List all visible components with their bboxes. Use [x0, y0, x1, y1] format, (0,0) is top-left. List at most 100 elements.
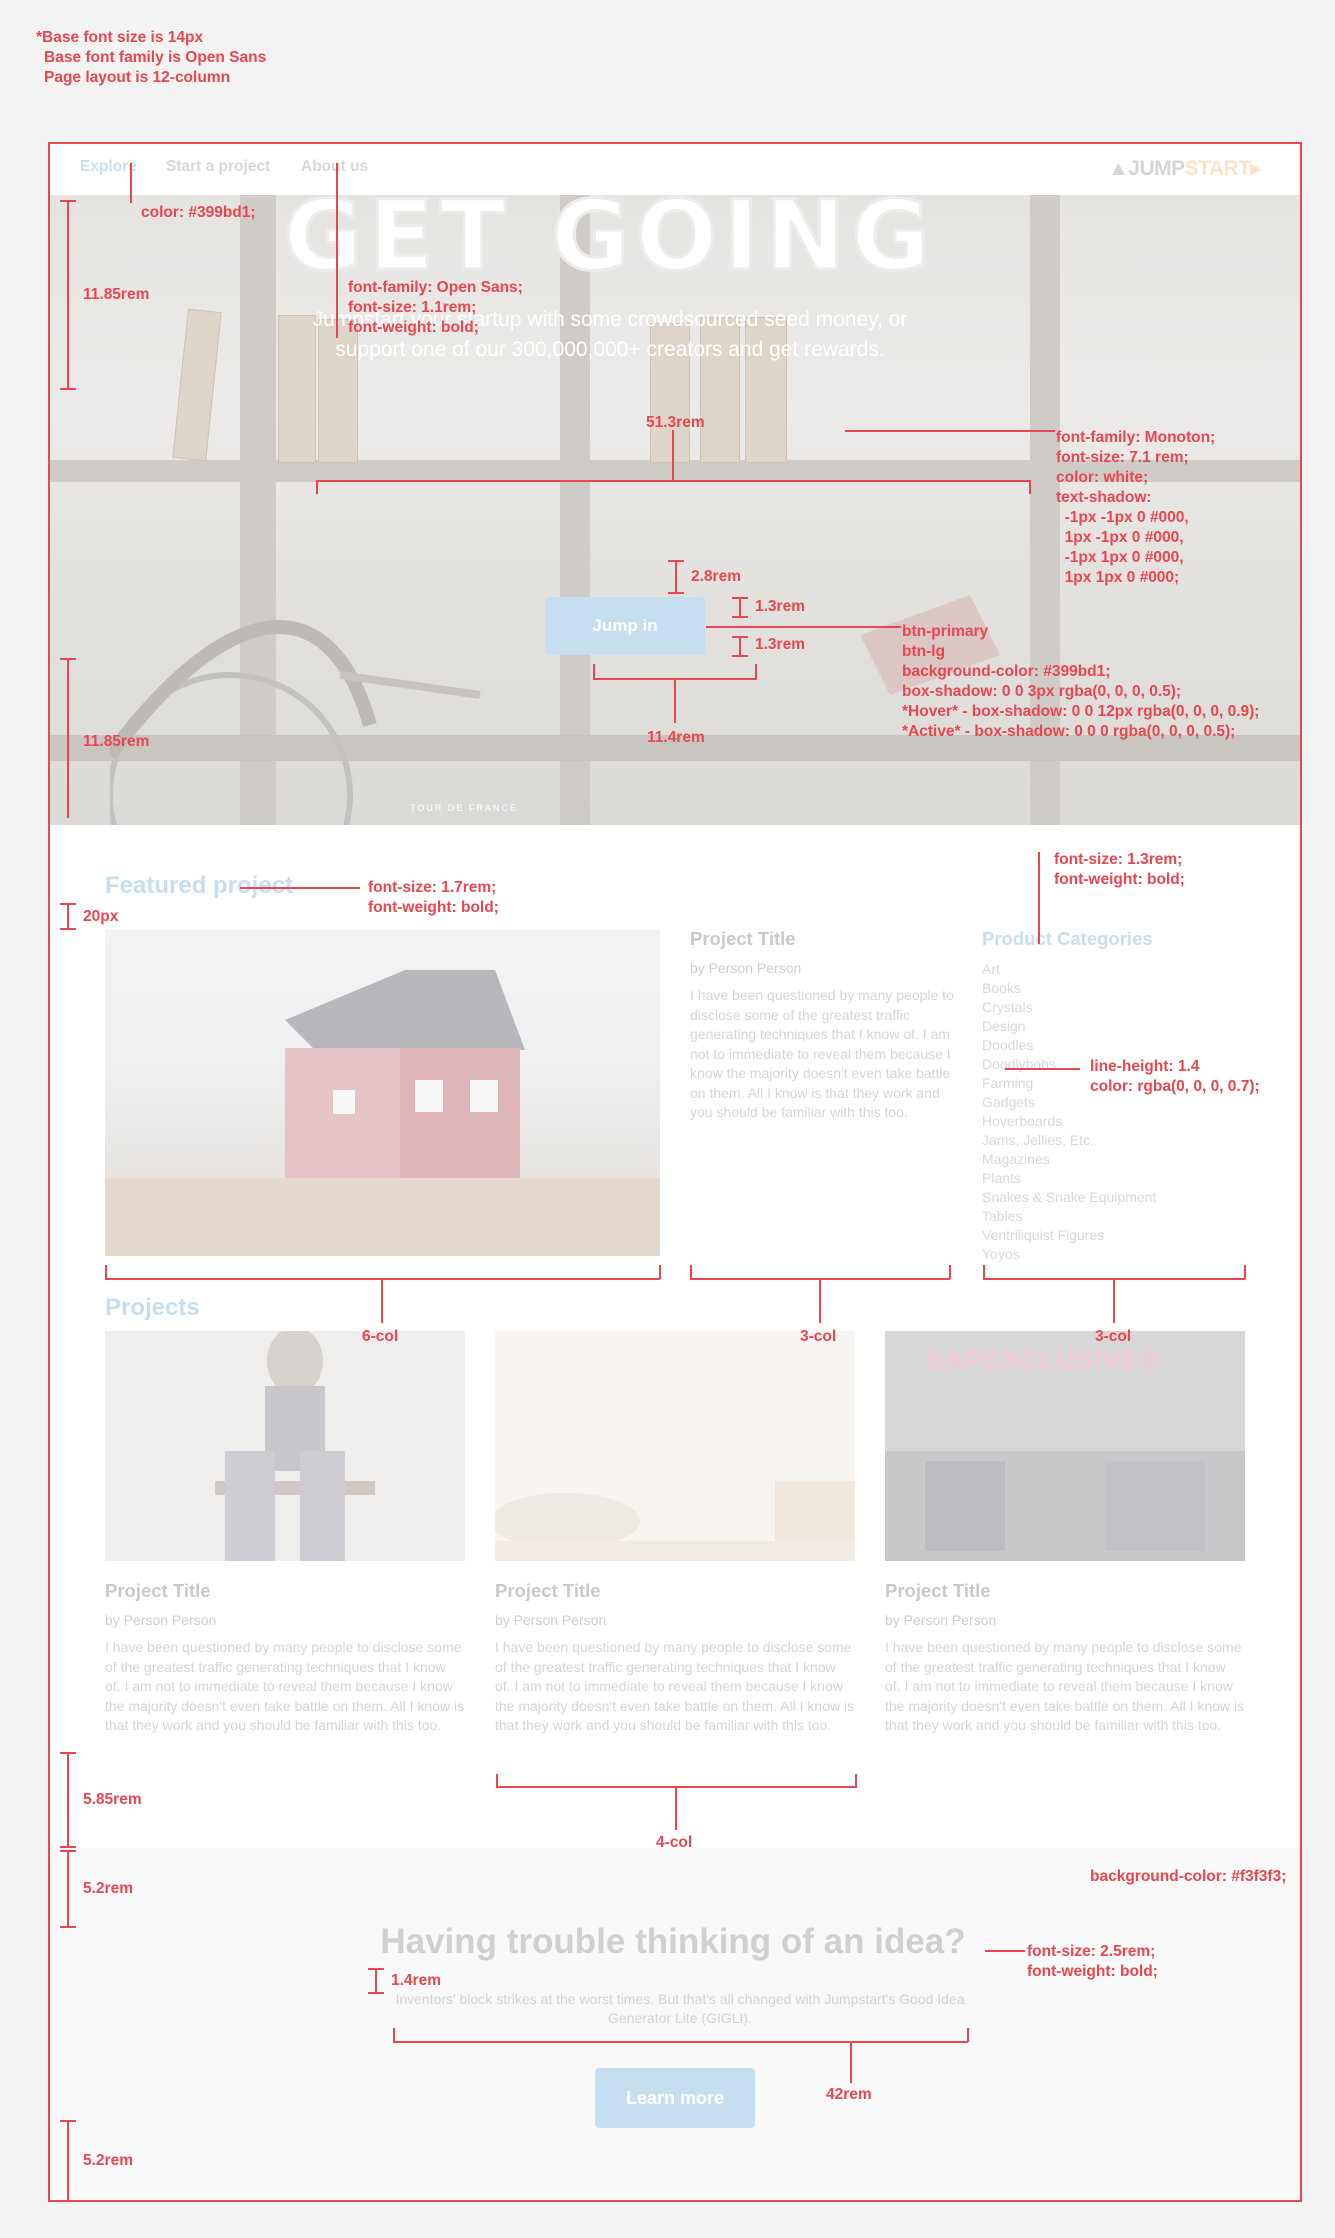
annotation-gap-5-2a: 5.2rem: [83, 1880, 133, 1897]
annotation-line: [855, 1774, 857, 1788]
project-title[interactable]: Project Title: [495, 1580, 855, 1602]
annotation-line: [732, 655, 748, 657]
category-link[interactable]: Hoverboards: [982, 1112, 1156, 1131]
annotation-line: [393, 2028, 395, 2042]
featured-project-info: Project Title by Person Person I have be…: [690, 928, 955, 1123]
project-author: by Person Person: [495, 1612, 607, 1628]
annotation-line: [67, 1752, 69, 1848]
annotation-button-width: 11.4rem: [647, 729, 705, 746]
category-link[interactable]: Books: [982, 979, 1156, 998]
annotation-line: [60, 388, 76, 390]
annotation-hero-bottom: 11.85rem: [83, 733, 150, 750]
base-note-3: Page layout is 12-column: [44, 69, 231, 86]
annotation-line: [819, 1280, 821, 1323]
annotation-line: [675, 560, 677, 594]
book-image: [172, 308, 222, 462]
annotation-footer-bg: background-color: #f3f3f3;: [1090, 1868, 1287, 1885]
annotation-line: [67, 1850, 69, 1928]
annotation-line: [316, 480, 1030, 482]
project-image-3[interactable]: BAPEXCLUSIVE®: [885, 1331, 1245, 1561]
annotation-line: [368, 1992, 384, 1994]
annotation-line: [60, 903, 76, 905]
annotation-line: [393, 2041, 968, 2043]
category-link[interactable]: Magazines: [982, 1150, 1156, 1169]
annotation-line: [368, 1968, 384, 1970]
logo-arrow-icon: ▸: [1250, 157, 1262, 180]
project-card-2: Project Title by Person Person I have be…: [495, 1580, 855, 1736]
annotation-line: [845, 430, 1055, 432]
category-link[interactable]: Crystals: [982, 998, 1156, 1017]
annotation-line: [732, 636, 748, 638]
annotation-title-font: font-family: Monoton; font-size: 7.1 rem…: [1056, 429, 1216, 586]
nav-start-project[interactable]: Start a project: [166, 158, 270, 176]
annotation-footer-title-font: font-size: 2.5rem; font-weight: bold;: [1027, 1943, 1158, 1980]
annotation-line: [985, 1950, 1025, 1952]
annotation-line: [675, 1788, 677, 1830]
annotation-line: [1113, 1280, 1115, 1323]
annotation-line: [60, 1752, 76, 1754]
featured-project-author: by Person Person: [690, 960, 802, 976]
featured-project-image[interactable]: [105, 930, 660, 1256]
category-link[interactable]: Plants: [982, 1169, 1156, 1188]
annotation-line: [668, 560, 684, 562]
annotation-line: [67, 903, 69, 930]
annotation-line: [967, 2028, 969, 2042]
tour-de-france-label: TOUR DE FRANCE: [410, 803, 518, 813]
learn-more-button[interactable]: Learn more: [595, 2068, 755, 2128]
category-link[interactable]: Jams, Jellies, Etc.: [982, 1131, 1156, 1150]
nav-explore[interactable]: Explore: [80, 158, 137, 176]
category-link[interactable]: Doodles: [982, 1036, 1156, 1055]
annotation-line: [706, 626, 901, 628]
annotation-line: [949, 1265, 951, 1279]
jumpstart-logo[interactable]: ▲JUMPSTART▸: [1108, 156, 1261, 181]
annotation-categories-heading-font: font-size: 1.3rem; font-weight: bold;: [1054, 851, 1185, 888]
featured-heading: Featured project: [105, 872, 294, 899]
annotation-line: [674, 680, 676, 723]
base-note-2: Base font family is Open Sans: [44, 49, 267, 66]
category-link[interactable]: Snakes & Snake Equipment: [982, 1188, 1156, 1207]
jump-in-button[interactable]: Jump in: [545, 597, 705, 655]
project-author: by Person Person: [105, 1612, 217, 1628]
annotation-line: [130, 163, 132, 203]
project-image-1[interactable]: [105, 1331, 465, 1561]
logo-triangle-icon: ▲: [1108, 157, 1129, 180]
white-room-image: [495, 1331, 855, 1561]
annotation-line: [1005, 1068, 1080, 1070]
annotation-gap-5-2b: 5.2rem: [83, 2152, 133, 2169]
category-link[interactable]: Design: [982, 1017, 1156, 1036]
annotation-width-42: 42rem: [826, 2086, 872, 2103]
categories-heading: Product Categories: [982, 928, 1153, 949]
hero-subtitle-line-2: support one of our 300,000,000+ creators…: [335, 338, 885, 361]
annotation-line: [60, 928, 76, 930]
featured-project-title[interactable]: Project Title: [690, 928, 955, 950]
annotation-hero-top: 11.85rem: [83, 286, 150, 303]
bicycle-image: [110, 620, 481, 825]
annotation-line: [375, 1968, 377, 1994]
category-link[interactable]: Art: [982, 960, 1156, 979]
footer-title: Having trouble thinking of an idea?: [380, 1922, 966, 1961]
annotation-category-line: line-height: 1.4 color: rgba(0, 0, 0, 0.…: [1090, 1058, 1260, 1095]
annotation-line: [672, 430, 674, 480]
category-link[interactable]: Ventriliquist Figures: [982, 1226, 1156, 1245]
nav-about[interactable]: About us: [301, 158, 368, 176]
annotation-line: [60, 2200, 76, 2202]
annotation-line: [739, 636, 741, 656]
logo-text-jump: JUMP: [1128, 157, 1185, 180]
category-link[interactable]: Yoyos: [982, 1245, 1156, 1264]
project-title[interactable]: Project Title: [885, 1580, 1245, 1602]
annotation-line: [983, 1265, 985, 1279]
project-description: I have been questioned by many people to…: [105, 1639, 465, 1733]
base-note-1: *Base font size is 14px: [36, 29, 204, 46]
annotation-line: [67, 658, 69, 818]
annotation-gap-20px: 20px: [83, 908, 119, 925]
annotation-nav-color: color: #399bd1;: [141, 204, 256, 221]
project-title[interactable]: Project Title: [105, 1580, 465, 1602]
annotation-line: [668, 592, 684, 594]
annotation-line: [739, 597, 741, 617]
project-image-2[interactable]: [495, 1331, 855, 1561]
category-link[interactable]: Tables: [982, 1207, 1156, 1226]
project-description: I have been questioned by many people to…: [495, 1639, 855, 1733]
featured-project-description: I have been questioned by many people to…: [690, 987, 954, 1120]
annotation-line: [593, 664, 595, 680]
annotation-line: [1029, 480, 1031, 494]
